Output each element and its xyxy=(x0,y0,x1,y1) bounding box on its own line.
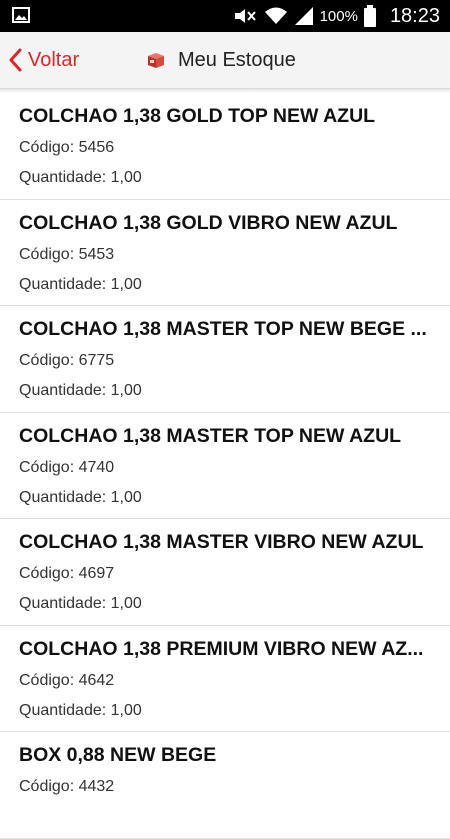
mute-icon xyxy=(234,9,256,23)
product-quantity: Quantidade: 1,00 xyxy=(19,382,142,399)
signal-icon xyxy=(294,7,313,25)
back-button[interactable]: Voltar xyxy=(8,32,79,88)
status-icons: 100% 18:23 xyxy=(232,0,440,32)
product-code: Código: 4697 xyxy=(19,565,115,582)
product-quantity: Quantidade: 1,00 xyxy=(19,275,142,293)
gallery-icon xyxy=(12,7,30,23)
list-item[interactable]: BOX 0,88 NEW BEGE Código: 4432 xyxy=(0,732,450,839)
list-item[interactable]: COLCHAO 1,38 GOLD TOP NEW AZUL Código: 5… xyxy=(0,93,450,200)
product-code: Código: 6775 xyxy=(19,352,115,369)
page-title: Meu Estoque xyxy=(178,48,296,71)
product-code: Código: 5453 xyxy=(19,245,115,263)
product-quantity: Quantidade: 1,00 xyxy=(19,595,142,612)
list-item[interactable]: COLCHAO 1,38 PREMIUM VIBRO NEW AZ... Cód… xyxy=(0,626,450,732)
chevron-left-icon xyxy=(9,48,22,72)
product-code: Código: 4740 xyxy=(19,458,115,476)
title-group: Meu Estoque xyxy=(146,32,296,88)
product-quantity: Quantidade: 1,00 xyxy=(19,701,142,719)
product-code: Código: 4642 xyxy=(19,671,115,689)
product-quantity: Quantidade: 1,00 xyxy=(19,169,142,186)
action-bar: Voltar Meu Estoque xyxy=(0,32,450,89)
product-name: COLCHAO 1,38 GOLD VIBRO NEW AZUL xyxy=(19,211,398,234)
product-name: BOX 0,88 NEW BEGE xyxy=(19,744,217,766)
list-item[interactable]: COLCHAO 1,38 MASTER TOP NEW AZUL Código:… xyxy=(0,413,450,519)
battery-icon xyxy=(363,5,376,27)
product-code: Código: 5456 xyxy=(19,139,115,156)
stock-list: COLCHAO 1,38 GOLD TOP NEW AZUL Código: 5… xyxy=(0,93,450,839)
product-name: COLCHAO 1,38 GOLD TOP NEW AZUL xyxy=(19,105,376,127)
clock: 18:23 xyxy=(389,4,440,27)
back-label: Voltar xyxy=(28,48,80,71)
list-item[interactable]: COLCHAO 1,38 MASTER TOP NEW BEGE ... Cód… xyxy=(0,306,450,413)
product-quantity: Quantidade: 1,00 xyxy=(19,488,142,506)
product-name: COLCHAO 1,38 PREMIUM VIBRO NEW AZ... xyxy=(19,637,424,660)
list-item[interactable]: COLCHAO 1,38 GOLD VIBRO NEW AZUL Código:… xyxy=(0,200,450,306)
box-icon xyxy=(148,53,164,68)
product-name: COLCHAO 1,38 MASTER VIBRO NEW AZUL xyxy=(19,531,424,553)
product-code: Código: 4432 xyxy=(19,778,115,795)
battery-percent: 100% xyxy=(319,7,358,25)
status-bar: 100% 18:23 xyxy=(0,0,450,32)
list-item[interactable]: COLCHAO 1,38 MASTER VIBRO NEW AZUL Códig… xyxy=(0,519,450,626)
wifi-icon xyxy=(264,7,287,24)
product-name: COLCHAO 1,38 MASTER TOP NEW BEGE ... xyxy=(19,318,427,340)
product-name: COLCHAO 1,38 MASTER TOP NEW AZUL xyxy=(19,424,402,447)
